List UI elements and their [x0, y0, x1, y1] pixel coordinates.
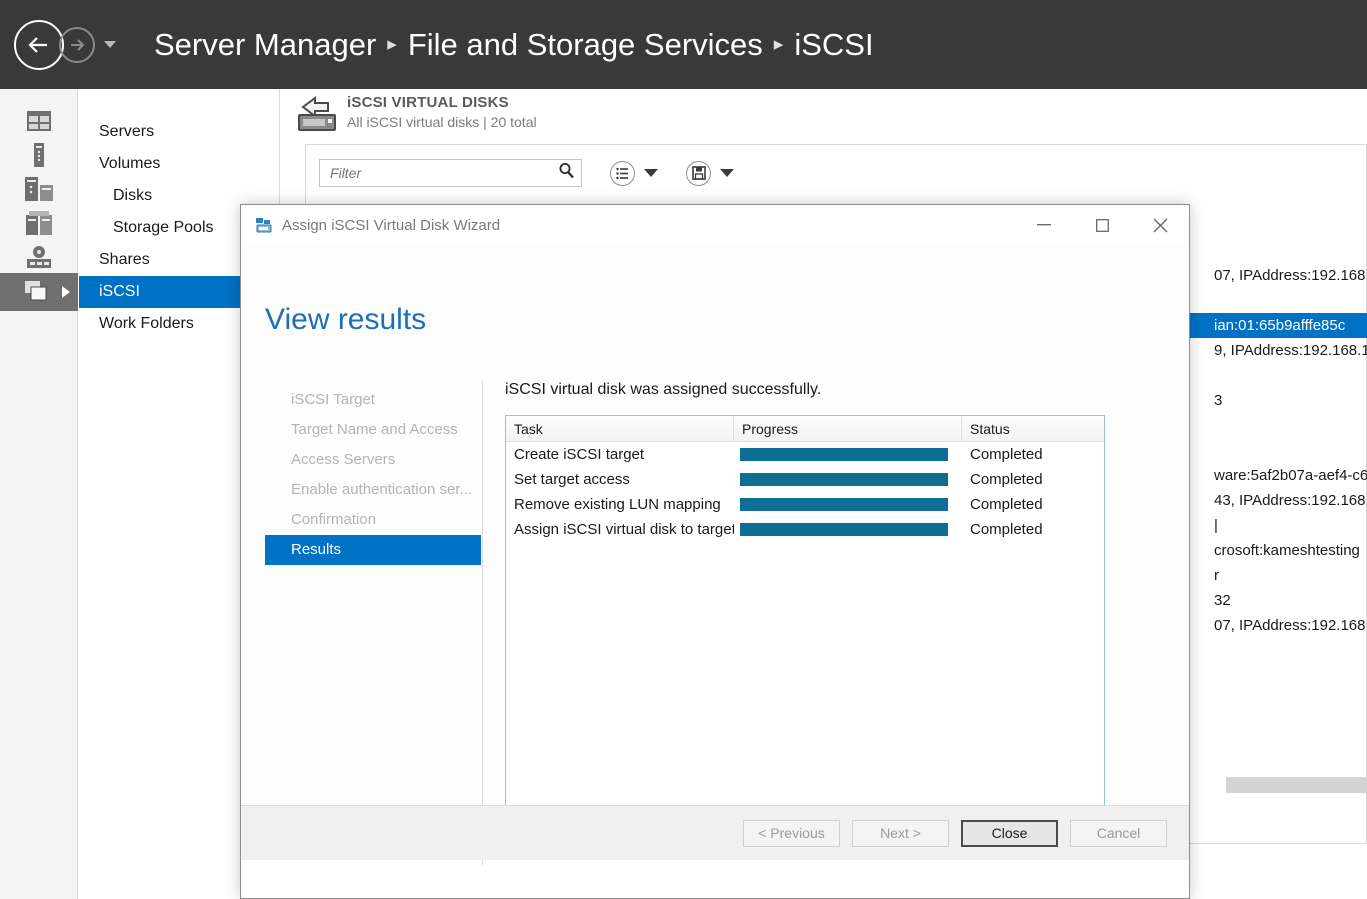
- chevron-down-icon[interactable]: [104, 41, 116, 48]
- close-button[interactable]: Close: [961, 819, 1058, 847]
- local-server-icon[interactable]: [0, 139, 78, 171]
- cell-status: Completed: [970, 496, 1043, 513]
- sidebar-item-label: Shares: [99, 251, 150, 268]
- file-services-icon[interactable]: [0, 207, 78, 239]
- progress-bar-fill: [740, 448, 948, 461]
- list-view-icon[interactable]: [610, 160, 635, 186]
- horizontal-scrollbar[interactable]: [1226, 777, 1367, 793]
- progress-bar-fill: [740, 473, 948, 486]
- status-message: iSCSI virtual disk was assigned successf…: [505, 381, 822, 398]
- breadcrumb-item-2[interactable]: iSCSI: [794, 27, 873, 63]
- storage-icon[interactable]: [0, 241, 78, 273]
- minimize-icon[interactable]: [1015, 205, 1073, 245]
- cell-task: Create iSCSI target: [514, 446, 645, 463]
- cell-status: Completed: [970, 471, 1043, 488]
- maximize-icon[interactable]: [1073, 205, 1131, 245]
- cell-status: Completed: [970, 521, 1043, 538]
- table-header-row: Task Progress Status: [506, 415, 1104, 442]
- progress-bar: [740, 473, 948, 486]
- cell-progress: [734, 492, 962, 517]
- save-view-icon[interactable]: [686, 160, 711, 186]
- sidebar-item-label: Servers: [99, 123, 155, 140]
- cancel-button[interactable]: Cancel: [1070, 819, 1167, 847]
- dialog-title: Assign iSCSI Virtual Disk Wizard: [282, 216, 501, 234]
- breadcrumb-item-0[interactable]: Server Manager: [154, 27, 376, 63]
- breadcrumb-item-1[interactable]: File and Storage Services: [408, 27, 763, 63]
- results-table: Task Progress Status Create iSCSI target…: [505, 415, 1105, 857]
- iscsi-virtual-disk-icon: [295, 94, 339, 134]
- breadcrumb: Server Manager ▸ File and Storage Servic…: [154, 27, 874, 63]
- sidebar-item-label: iSCSI: [99, 283, 140, 300]
- all-servers-icon[interactable]: [0, 173, 78, 205]
- filter-box[interactable]: [319, 159, 582, 187]
- dashboard-icon[interactable]: [0, 105, 78, 137]
- cell-progress: [734, 442, 962, 467]
- forward-arrow-icon[interactable]: [59, 26, 95, 63]
- chevron-right-icon[interactable]: [62, 286, 70, 298]
- table-row[interactable]: Create iSCSI target Completed: [506, 442, 1104, 467]
- wizard-step[interactable]: Results: [265, 535, 481, 565]
- cell-task: Assign iSCSI virtual disk to target: [514, 521, 734, 538]
- server-manager-window: Server Manager ▸ File and Storage Servic…: [0, 0, 1367, 899]
- column-header-task[interactable]: Task: [506, 415, 734, 442]
- window-controls: [1015, 205, 1189, 245]
- icon-rail: [0, 89, 78, 899]
- progress-bar: [740, 448, 948, 461]
- close-icon[interactable]: [1131, 205, 1189, 245]
- column-header-progress[interactable]: Progress: [734, 415, 962, 442]
- wizard-step[interactable]: Confirmation: [265, 505, 481, 535]
- panel-toolbar: [319, 159, 734, 187]
- dialog-title-bar[interactable]: Assign iSCSI Virtual Disk Wizard: [241, 205, 1189, 245]
- cell-progress: [734, 517, 962, 542]
- progress-bar-fill: [740, 523, 948, 536]
- progress-bar: [740, 523, 948, 536]
- assign-iscsi-virtual-disk-wizard: Assign iSCSI Virtual Disk Wizard View re…: [240, 204, 1190, 899]
- breadcrumb-separator: ▸: [773, 34, 784, 55]
- table-body: Create iSCSI target Completed Set target a…: [506, 442, 1104, 542]
- section-header: iSCSI VIRTUAL DISKS All iSCSI virtual di…: [295, 94, 537, 134]
- title-bar: Server Manager ▸ File and Storage Servic…: [0, 0, 1367, 89]
- search-icon[interactable]: [558, 162, 575, 184]
- table-row[interactable]: Set target access Completed: [506, 467, 1104, 492]
- previous-button[interactable]: < Previous: [743, 819, 840, 847]
- column-header-status[interactable]: Status: [962, 416, 1103, 442]
- search-input[interactable]: [330, 165, 558, 181]
- sidebar-item-label: Volumes: [99, 155, 161, 172]
- page-subtitle: All iSCSI virtual disks | 20 total: [347, 114, 537, 130]
- wizard-step[interactable]: Target Name and Access: [265, 415, 481, 445]
- sidebar-item-volumes[interactable]: Volumes: [79, 148, 279, 180]
- iscsi-icon[interactable]: [0, 273, 78, 311]
- wizard-step[interactable]: Access Servers: [265, 445, 481, 475]
- dialog-heading: View results: [265, 303, 427, 336]
- table-row[interactable]: Remove existing LUN mapping Completed: [506, 492, 1104, 517]
- cell-progress: [734, 467, 962, 492]
- wizard-steps: iSCSI Target Target Name and Access Access…: [265, 385, 481, 565]
- sidebar-item-label: Work Folders: [99, 315, 194, 332]
- next-button[interactable]: Next >: [852, 819, 949, 847]
- table-row[interactable]: Assign iSCSI virtual disk to target Compl…: [506, 517, 1104, 542]
- divider: [482, 381, 483, 865]
- view-options-group: [610, 160, 658, 186]
- results-area: iSCSI virtual disk was assigned successf…: [505, 381, 1109, 857]
- chevron-down-icon[interactable]: [720, 169, 734, 177]
- breadcrumb-separator: ▸: [387, 34, 397, 55]
- navigation-arrows: [14, 19, 116, 70]
- cell-task: Remove existing LUN mapping: [514, 496, 721, 513]
- sidebar-item-label: Storage Pools: [113, 219, 214, 236]
- progress-bar: [740, 498, 948, 511]
- dialog-footer: < Previous Next > Close Cancel: [241, 805, 1189, 860]
- chevron-down-icon[interactable]: [644, 169, 658, 177]
- wizard-icon: [255, 217, 273, 234]
- page-title: iSCSI VIRTUAL DISKS: [347, 94, 509, 111]
- sidebar-item-label: Disks: [113, 187, 153, 204]
- sidebar-item-servers[interactable]: Servers: [79, 116, 279, 148]
- wizard-step[interactable]: Enable authentication ser...: [265, 475, 481, 505]
- save-view-group: [686, 160, 734, 186]
- cell-status: Completed: [970, 446, 1043, 463]
- dialog-body: View results iSCSI Target Target Name and…: [241, 245, 1189, 865]
- progress-bar-fill: [740, 498, 948, 511]
- back-arrow-icon[interactable]: [14, 19, 64, 70]
- cell-task: Set target access: [514, 471, 630, 488]
- wizard-step[interactable]: iSCSI Target: [265, 385, 481, 415]
